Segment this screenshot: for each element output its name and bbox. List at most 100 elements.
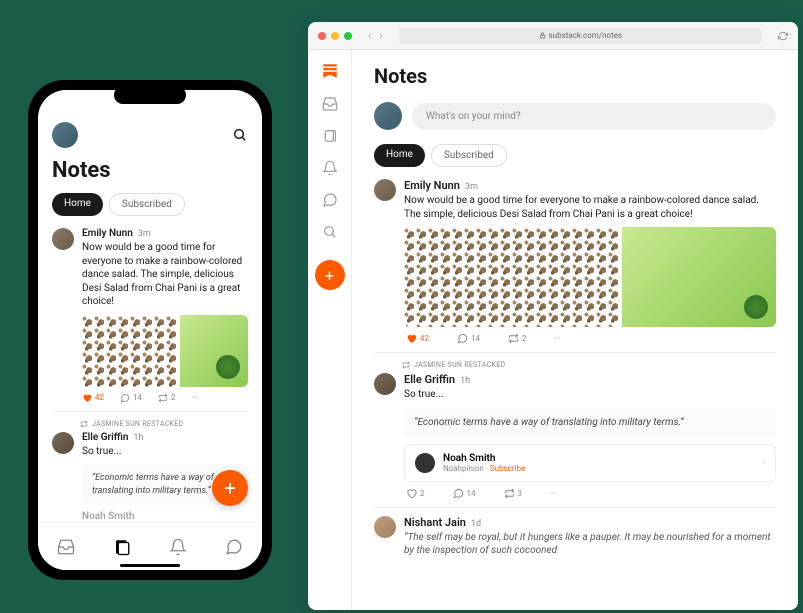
tab-subscribed[interactable]: Subscribed [431,144,507,167]
post-text: “The self may be royal, but it hungers l… [404,531,776,558]
bell-icon[interactable] [322,160,338,176]
tab-home[interactable]: Home [52,193,103,216]
main-content: Notes What's on your mind? Home Subscrib… [352,50,798,610]
avatar[interactable] [415,453,435,473]
substack-logo[interactable] [321,62,339,80]
inbox-icon[interactable] [57,538,75,556]
like-button[interactable]: 42 [406,333,429,344]
post-text: Now would be a good time for everyone to… [82,241,248,309]
search-icon[interactable] [232,127,248,143]
compose-fab[interactable]: + [212,470,248,506]
phone-tabbar [38,522,262,570]
post: Nishant Jain 1d “The self may be royal, … [374,516,776,564]
quote-block[interactable]: “Economic terms have a way of translatin… [404,408,776,438]
like-count: 42 [420,334,429,343]
divider [374,507,776,508]
home-indicator [120,564,180,567]
post-author[interactable]: Elle Griffin [82,432,128,443]
comment-button[interactable]: 14 [120,393,142,403]
phone-mockup: Notes Home Subscribed Emily Nunn 3m Now … [28,80,272,580]
compose-fab[interactable]: + [315,260,345,290]
post-author[interactable]: Emily Nunn [404,179,460,192]
subscribe-link[interactable]: Subscribe [490,464,525,473]
post-author[interactable]: Elle Griffin [404,373,455,386]
comment-count: 14 [133,393,142,402]
minimize-window-button[interactable] [331,32,339,40]
more-button[interactable]: ··· [550,489,556,498]
divider [52,411,248,412]
restack-count: 2 [171,393,176,402]
browser-chrome: ‹ › substack.com/notes [308,22,798,50]
avatar[interactable] [374,516,396,538]
restack-button[interactable]: 2 [158,393,176,403]
comment-button[interactable]: 14 [453,488,476,499]
post: Emily Nunn 3m Now would be a good time f… [374,179,776,344]
quoted-author-preview: Noah Smith [82,511,135,522]
comment-button[interactable]: 14 [457,333,480,344]
avatar[interactable] [52,228,74,250]
like-count: 42 [95,393,104,402]
post-timestamp: 1d [471,519,481,529]
page-title: Notes [374,64,776,88]
url-text: substack.com/notes [549,31,623,40]
phone-screen: Notes Home Subscribed Emily Nunn 3m Now … [38,90,262,570]
post-text: So true... [404,388,776,402]
more-button[interactable]: ··· [555,334,561,343]
post-timestamp: 1h [460,376,470,386]
restack-count: 2 [522,334,527,343]
restack-label: JASMINE SUN RESTACKED [402,361,776,369]
restack-button[interactable]: 3 [504,488,523,499]
maximize-window-button[interactable] [344,32,352,40]
chevron-right-icon: › [762,457,765,468]
like-count: 2 [420,489,425,498]
post-text: Now would be a good time for everyone to… [404,194,776,221]
tab-home[interactable]: Home [374,144,425,167]
more-button[interactable]: ··· [192,393,198,402]
restack-button[interactable]: 2 [508,333,527,344]
quoted-card[interactable]: Noah Smith Noahpinion · Subscribe › [404,444,776,482]
chat-icon[interactable] [225,538,243,556]
inbox-icon[interactable] [322,96,338,112]
forward-button[interactable]: › [379,29,382,42]
divider [374,352,776,353]
restack-count: 3 [518,489,523,498]
like-button[interactable]: 42 [82,393,104,403]
food-image[interactable] [180,315,248,387]
post-timestamp: 3m [138,229,151,239]
avatar[interactable] [374,102,402,130]
comment-count: 14 [467,489,476,498]
search-icon[interactable] [322,224,338,240]
avatar[interactable] [374,373,396,395]
avatar[interactable] [52,122,78,148]
bell-icon[interactable] [169,538,187,556]
post-timestamp: 1h [133,433,143,443]
like-button[interactable]: 2 [406,488,425,499]
chat-icon[interactable] [322,192,338,208]
notes-icon[interactable] [322,128,338,144]
comment-count: 14 [471,334,480,343]
url-bar[interactable]: substack.com/notes [399,28,762,44]
browser-window: ‹ › substack.com/notes + Notes What's on… [308,22,798,610]
compose-row: What's on your mind? [374,102,776,130]
food-image[interactable] [82,315,178,387]
post-author[interactable]: Emily Nunn [82,228,133,239]
close-window-button[interactable] [318,32,326,40]
tabs: Home Subscribed [374,144,776,167]
page-title: Notes [52,158,248,183]
refresh-icon[interactable] [778,31,788,41]
food-image[interactable] [404,227,620,327]
tab-subscribed[interactable]: Subscribed [109,193,185,216]
post-author[interactable]: Nishant Jain [404,516,466,529]
post-images[interactable] [82,315,248,387]
quoted-author: Noah Smith [443,453,525,464]
food-image[interactable] [622,227,776,327]
post: Elle Griffin 1h So true... “Economic ter… [374,373,776,499]
back-button[interactable]: ‹ [368,29,371,42]
avatar[interactable] [52,432,74,454]
notes-icon[interactable] [113,538,131,556]
post: Emily Nunn 3m Now would be a good time f… [52,228,248,403]
post-images[interactable] [404,227,776,327]
avatar[interactable] [374,179,396,201]
post-timestamp: 3m [465,182,478,192]
compose-input[interactable]: What's on your mind? [412,103,776,130]
